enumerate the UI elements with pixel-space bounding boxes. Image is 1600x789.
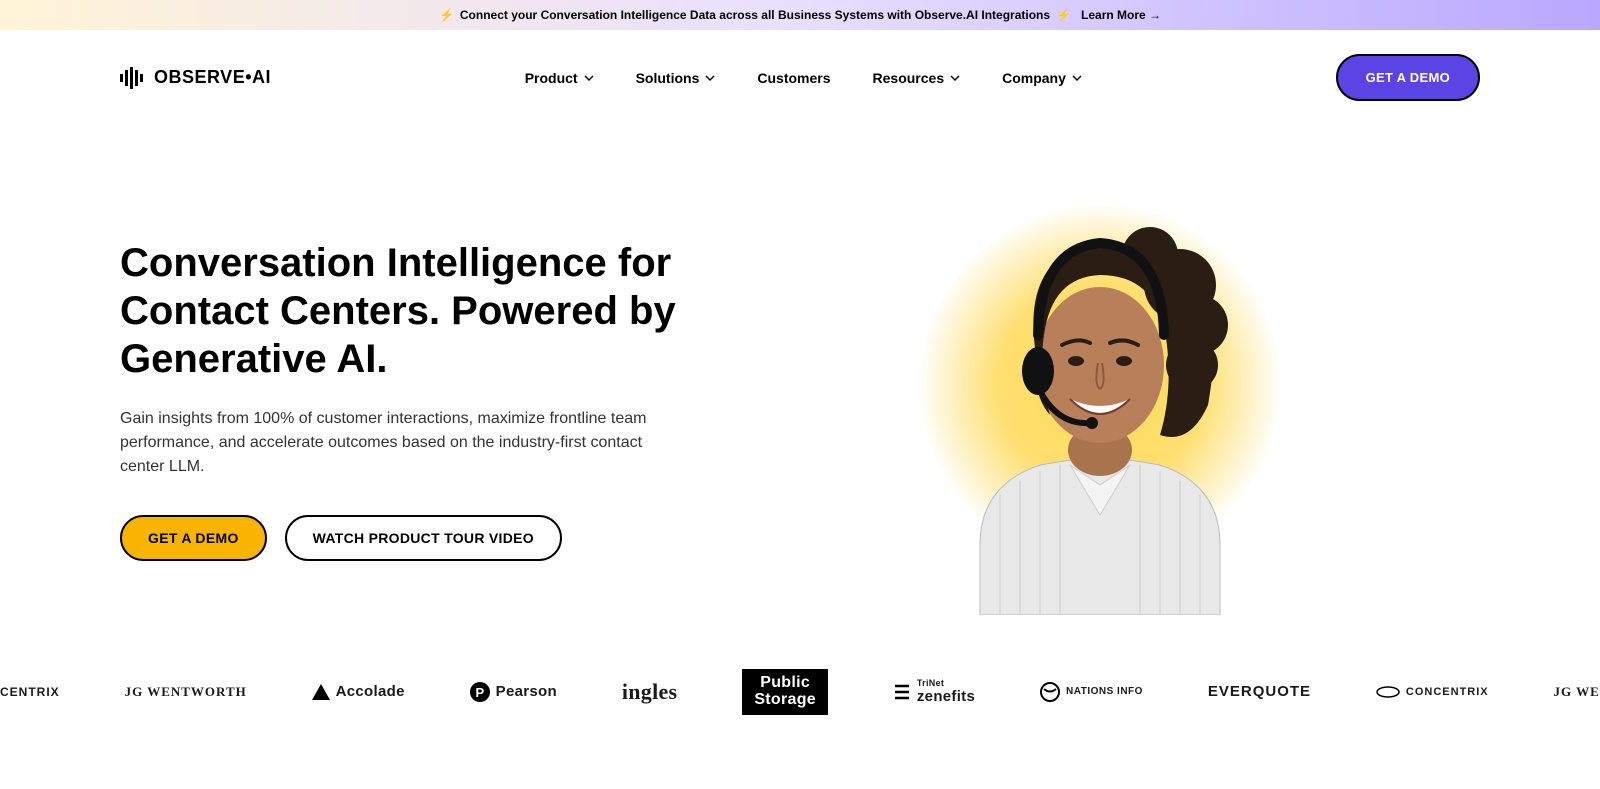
accolade-icon (312, 684, 330, 700)
nav-label: Solutions (636, 70, 700, 86)
client-logo: EVERQUOTE (1208, 683, 1311, 700)
bolt-icon: ⚡ (1056, 8, 1071, 22)
hero-buttons: GET A DEMO WATCH PRODUCT TOUR VIDEO (120, 515, 680, 561)
chevron-down-icon (705, 73, 715, 83)
client-logo: PublicStorage (742, 669, 828, 715)
client-logo: P Pearson (470, 682, 557, 702)
logo-text: OBSERVE•AI (154, 67, 271, 88)
announcement-text: Connect your Conversation Intelligence D… (460, 8, 1050, 22)
header: OBSERVE•AI Product Solutions Customers R… (0, 30, 1600, 125)
agent-photo (940, 185, 1260, 615)
chevron-down-icon (950, 73, 960, 83)
nav-product[interactable]: Product (525, 70, 594, 86)
logo-icon (120, 67, 148, 89)
client-logo: Accolade (312, 683, 405, 700)
hero-description: Gain insights from 100% of customer inte… (120, 407, 680, 479)
client-logo: JG WENTWORTH (125, 684, 247, 700)
client-logo: TriNetzenefits (893, 679, 975, 705)
nations-icon (1040, 682, 1060, 702)
bolt-icon: ⚡ (439, 8, 454, 22)
client-logo: CENTRIX (0, 685, 60, 699)
pearson-icon: P (470, 682, 490, 702)
nav-label: Company (1002, 70, 1066, 86)
client-logo-text: PublicStorage (754, 675, 816, 709)
hero-title: Conversation Intelligence for Contact Ce… (120, 239, 680, 383)
client-logo-text: Pearson (496, 683, 557, 700)
nav-label: Customers (757, 70, 830, 86)
client-logo: ingles (622, 679, 678, 705)
chevron-down-icon (584, 73, 594, 83)
get-a-demo-button[interactable]: GET A DEMO (120, 515, 267, 561)
nav-resources[interactable]: Resources (873, 70, 961, 86)
watch-product-tour-button[interactable]: WATCH PRODUCT TOUR VIDEO (285, 515, 562, 561)
chevron-down-icon (1072, 73, 1082, 83)
nav-customers[interactable]: Customers (757, 70, 830, 86)
announcement-bar: ⚡ Connect your Conversation Intelligence… (0, 0, 1600, 30)
nav-label: Resources (873, 70, 945, 86)
hero-image (720, 185, 1480, 615)
hero-left: Conversation Intelligence for Contact Ce… (120, 239, 680, 561)
client-logo-text: TriNetzenefits (917, 679, 975, 705)
concentrix-icon (1376, 685, 1400, 699)
nav-company[interactable]: Company (1002, 70, 1082, 86)
client-logo: NATIONS INFO (1040, 682, 1143, 702)
nav-solutions[interactable]: Solutions (636, 70, 716, 86)
get-a-demo-button-header[interactable]: GET A DEMO (1336, 54, 1480, 101)
nav: Product Solutions Customers Resources Co… (525, 70, 1082, 86)
client-logo-strip: CENTRIX JG WENTWORTH Accolade P Pearson … (0, 615, 1600, 751)
client-logo-text: NATIONS INFO (1066, 686, 1143, 697)
client-logo: CONCENTRIX (1376, 685, 1489, 699)
client-logo-text: CONCENTRIX (1406, 686, 1489, 698)
svg-text:P: P (475, 685, 484, 700)
hero: Conversation Intelligence for Contact Ce… (0, 125, 1600, 615)
client-logo: JG WE (1554, 684, 1600, 700)
client-logo-text: Accolade (336, 683, 405, 700)
nav-label: Product (525, 70, 578, 86)
logo[interactable]: OBSERVE•AI (120, 67, 271, 89)
zenefits-icon (893, 683, 911, 701)
announcement-cta[interactable]: Learn More → (1081, 8, 1161, 22)
